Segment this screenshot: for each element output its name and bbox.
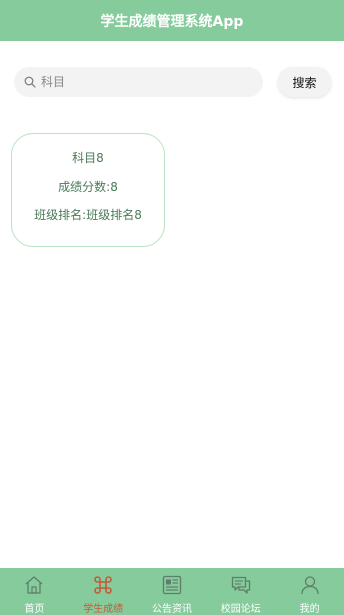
score-card[interactable]: 科目8 成绩分数:8 班级排名:班级排名8 (11, 133, 165, 247)
chat-icon (231, 576, 250, 594)
tab-announcements[interactable]: 公告资讯 (138, 568, 207, 615)
search-button[interactable]: 搜索 (278, 67, 331, 97)
card-rank: 班级排名:班级排名8 (34, 208, 142, 222)
tab-student-scores[interactable]: 学生成绩 (69, 568, 138, 615)
bottom-tab-bar: 首页 学生成绩 公告资讯 校园论坛 我的 (0, 568, 344, 615)
app-header: 学生成绩管理系统App (0, 0, 344, 41)
news-icon (162, 575, 182, 595)
tab-profile[interactable]: 我的 (275, 568, 344, 615)
tab-home-label: 首页 (24, 604, 45, 615)
card-subject: 科目8 (72, 151, 104, 165)
tab-campus-forum[interactable]: 校园论坛 (206, 568, 275, 615)
user-icon (300, 576, 319, 595)
tab-announcements-label: 公告资讯 (151, 604, 192, 615)
tab-home[interactable]: 首页 (0, 568, 69, 615)
tab-profile-label: 我的 (299, 604, 320, 615)
search-bar: 搜索 (0, 67, 344, 99)
search-input[interactable] (41, 75, 241, 89)
card-score: 成绩分数:8 (58, 180, 118, 194)
tab-student-scores-label: 学生成绩 (83, 604, 124, 615)
search-icon (24, 76, 36, 88)
command-icon (94, 576, 112, 594)
search-box[interactable] (14, 67, 263, 97)
home-icon (25, 576, 43, 594)
page-title: 学生成绩管理系统App (100, 13, 244, 30)
tab-campus-forum-label: 校园论坛 (220, 604, 261, 615)
